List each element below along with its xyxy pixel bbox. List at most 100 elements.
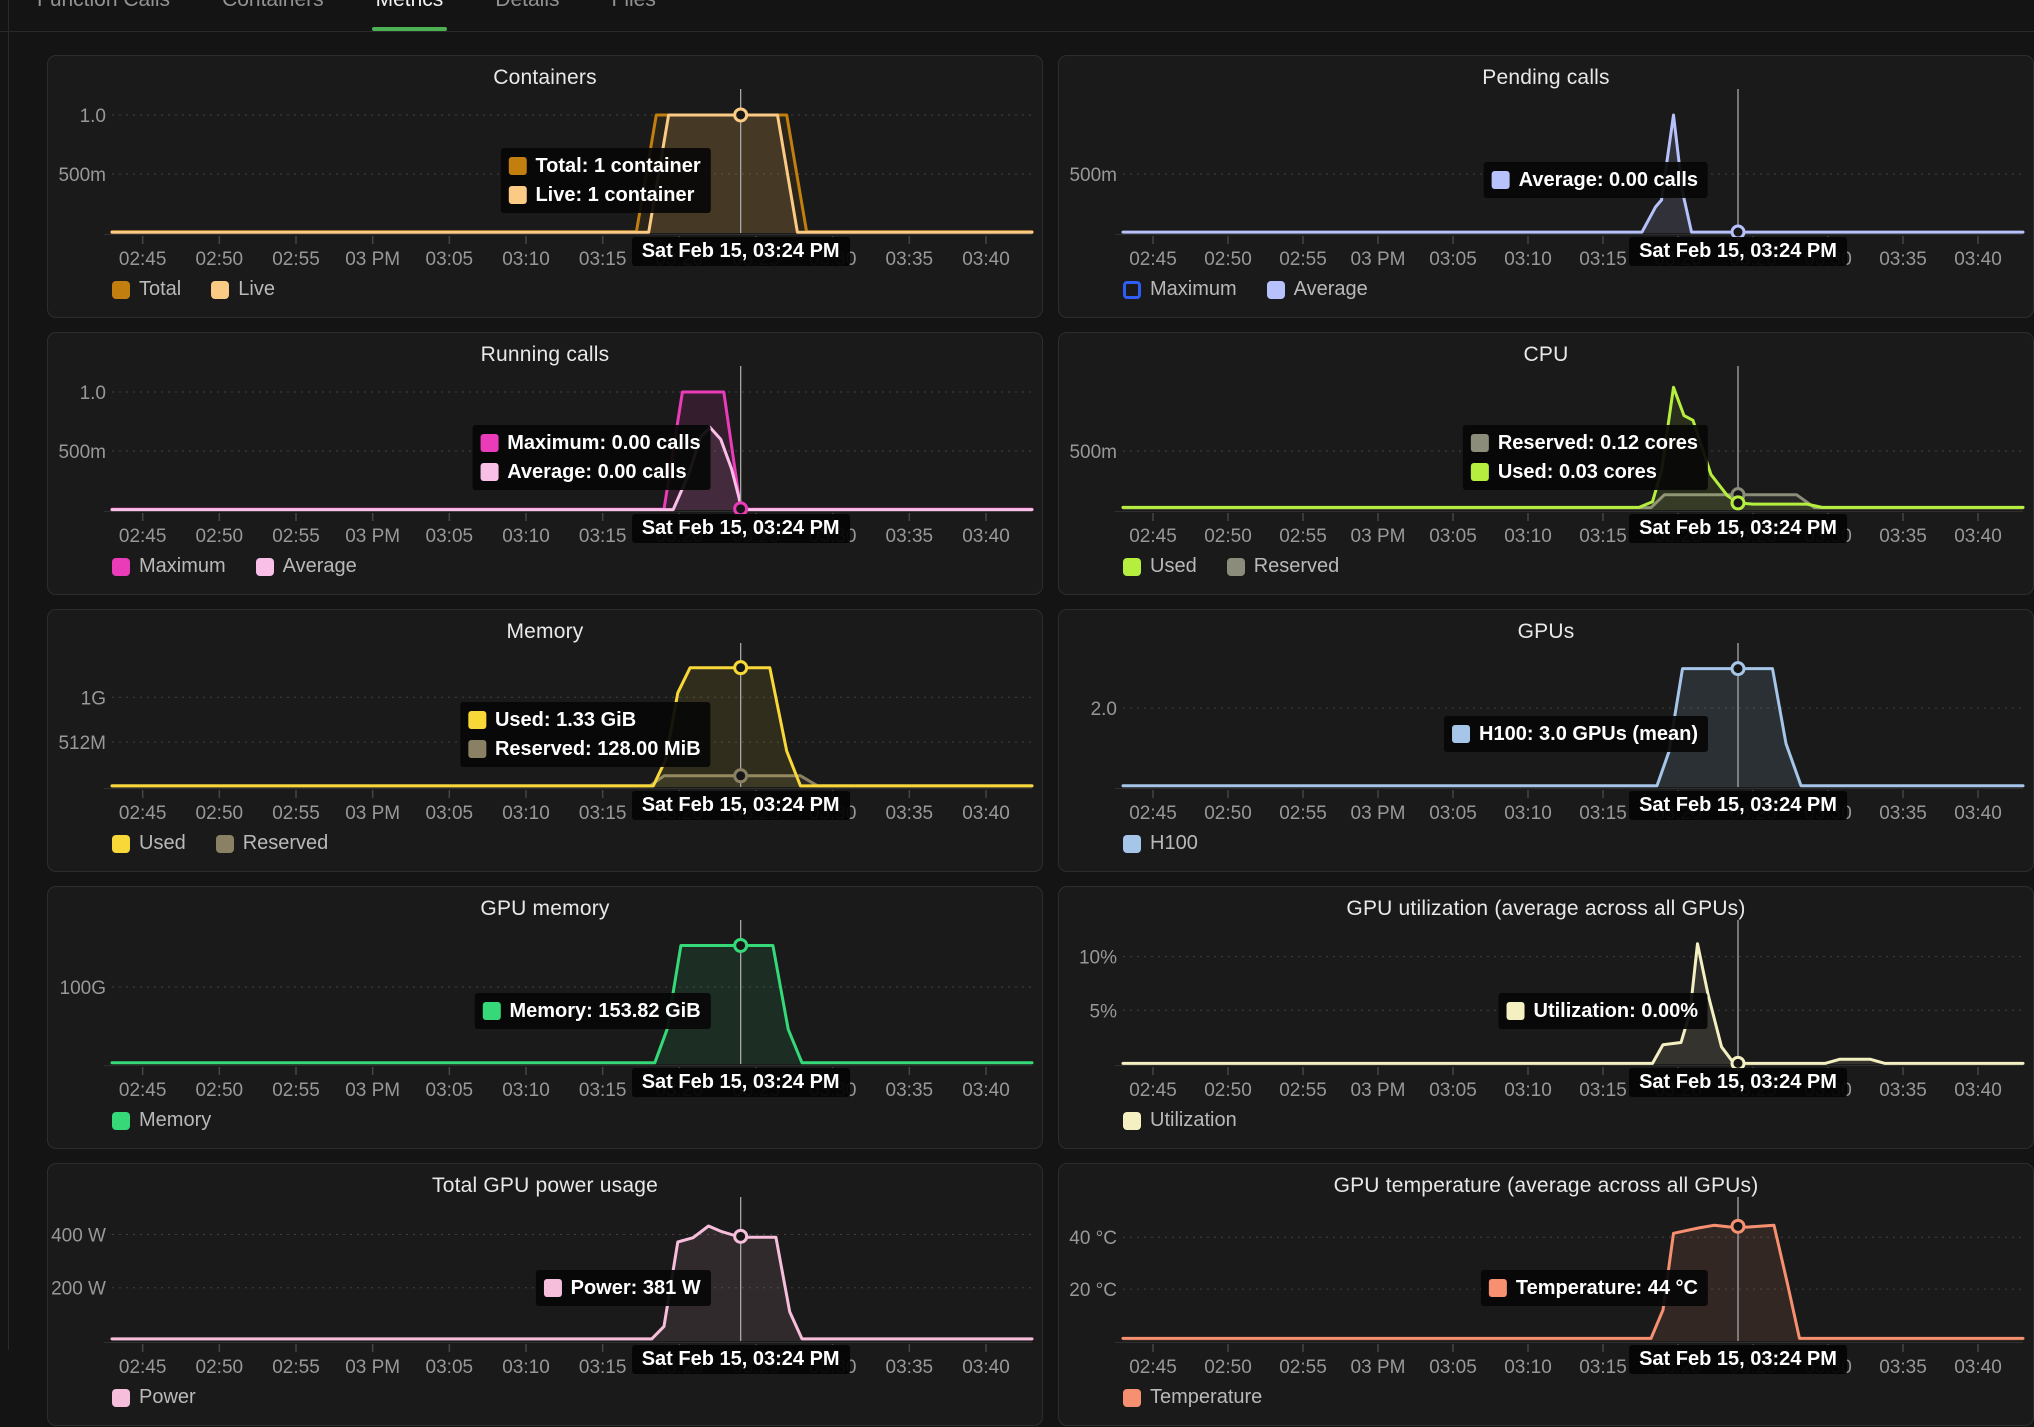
- chart-panel-memory: Memory 1G512M02:4502:5002:5503 PM03:0503…: [47, 609, 1043, 872]
- tooltip-value: Reserved: 0.12 cores: [1498, 432, 1698, 455]
- x-tick-label: 03:35: [886, 803, 934, 824]
- legend-item-used[interactable]: Used: [112, 832, 186, 855]
- tooltip-row: Average: 0.00 calls: [480, 459, 700, 485]
- series-color-chip: [480, 434, 498, 452]
- x-tick-label: 03:40: [962, 249, 1010, 270]
- x-tick-label: 03 PM: [345, 526, 400, 547]
- tab-files[interactable]: Files: [608, 0, 660, 31]
- x-tick-label: 02:50: [196, 1357, 244, 1378]
- legend-label: H100: [1150, 832, 1198, 855]
- y-tick-label: 5%: [1090, 1001, 1118, 1022]
- legend-label: Used: [1150, 555, 1197, 578]
- chart-legend: Temperature: [1123, 1386, 1262, 1409]
- x-tick-label: 02:45: [119, 803, 167, 824]
- legend-item-maximum[interactable]: Maximum: [1123, 278, 1237, 301]
- legend-color-chip-used: [112, 835, 130, 853]
- x-tick-label: 03:15: [579, 526, 627, 547]
- series-color-chip: [482, 1002, 500, 1020]
- x-tick-label: 03 PM: [345, 1357, 400, 1378]
- crosshair-date-tooltip: Sat Feb 15, 03:24 PM: [1629, 1345, 1847, 1374]
- legend-item-temperature[interactable]: Temperature: [1123, 1386, 1262, 1409]
- x-tick-label: 02:45: [1129, 526, 1177, 547]
- legend-item-live[interactable]: Live: [211, 278, 275, 301]
- hover-marker-reserved: [735, 770, 747, 782]
- x-tick-label: 03:35: [886, 1357, 934, 1378]
- legend-item-average[interactable]: Average: [256, 555, 357, 578]
- tooltip-value: Reserved: 128.00 MiB: [495, 738, 701, 761]
- x-tick-label: 02:55: [272, 249, 320, 270]
- tooltip-row: Reserved: 128.00 MiB: [468, 736, 701, 762]
- series-color-chip: [1471, 463, 1489, 481]
- chart-panel-gpu-memory: GPU memory 100G02:4502:5002:5503 PM03:05…: [47, 886, 1043, 1149]
- legend-item-power[interactable]: Power: [112, 1386, 196, 1409]
- x-tick-label: 03:10: [502, 1080, 550, 1101]
- legend-color-chip-average: [256, 558, 274, 576]
- legend-color-chip-power: [112, 1389, 130, 1407]
- tooltip-row: Average: 0.00 calls: [1492, 167, 1698, 193]
- tab-function-calls[interactable]: Function Calls: [33, 0, 174, 31]
- legend-color-chip-total: [112, 281, 130, 299]
- legend-item-utilization[interactable]: Utilization: [1123, 1109, 1237, 1132]
- chart-tooltip: Memory: 153.82 GiB: [474, 993, 710, 1029]
- hover-marker-used: [1732, 497, 1744, 509]
- x-tick-label: 03 PM: [1351, 1080, 1406, 1101]
- legend-item-reserved[interactable]: Reserved: [1227, 555, 1340, 578]
- legend-item-reserved[interactable]: Reserved: [216, 832, 329, 855]
- chart-panel-total-gpu-power-usage: Total GPU power usage 400 W200 W02:4502:…: [47, 1163, 1043, 1426]
- tab-containers[interactable]: Containers: [218, 0, 328, 31]
- x-tick-label: 03:40: [962, 1357, 1010, 1378]
- tooltip-row: Used: 0.03 cores: [1471, 459, 1698, 485]
- hover-marker-used: [735, 662, 747, 674]
- legend-item-average[interactable]: Average: [1267, 278, 1368, 301]
- legend-item-h100[interactable]: H100: [1123, 832, 1198, 855]
- x-tick-label: 03:10: [502, 249, 550, 270]
- x-tick-label: 03:10: [1504, 526, 1552, 547]
- x-tick-label: 03:35: [1879, 1080, 1927, 1101]
- chart-tooltip: Utilization: 0.00%: [1499, 993, 1708, 1029]
- x-tick-label: 03:05: [1429, 803, 1477, 824]
- series-color-chip: [1507, 1002, 1525, 1020]
- chart-legend: Maximum Average: [112, 555, 357, 578]
- x-tick-label: 02:55: [1279, 1080, 1327, 1101]
- hover-marker-memory: [735, 939, 747, 951]
- tab-details[interactable]: Details: [491, 0, 563, 31]
- x-tick-label: 03 PM: [345, 249, 400, 270]
- x-tick-label: 02:45: [119, 1080, 167, 1101]
- x-tick-label: 03:15: [1579, 803, 1627, 824]
- legend-color-chip-memory: [112, 1112, 130, 1130]
- x-tick-label: 03:15: [1579, 526, 1627, 547]
- legend-item-memory[interactable]: Memory: [112, 1109, 211, 1132]
- legend-item-total[interactable]: Total: [112, 278, 181, 301]
- x-tick-label: 03:40: [962, 1080, 1010, 1101]
- x-tick-label: 03:10: [502, 1357, 550, 1378]
- x-tick-label: 03:35: [886, 249, 934, 270]
- x-tick-label: 02:55: [1279, 526, 1327, 547]
- y-tick-label: 2.0: [1091, 699, 1117, 720]
- y-tick-label: 20 °C: [1069, 1280, 1117, 1301]
- chart-legend: Used Reserved: [1123, 555, 1339, 578]
- hover-marker-h100: [1732, 663, 1744, 675]
- y-tick-label: 500m: [1069, 165, 1117, 186]
- legend-label: Average: [1294, 278, 1368, 301]
- tooltip-row: Memory: 153.82 GiB: [482, 998, 700, 1024]
- x-tick-label: 03:40: [1954, 249, 2002, 270]
- tab-metrics[interactable]: Metrics: [372, 0, 448, 31]
- series-color-chip: [1452, 725, 1470, 743]
- x-tick-label: 03:05: [1429, 249, 1477, 270]
- legend-color-chip-reserved: [216, 835, 234, 853]
- legend-item-used[interactable]: Used: [1123, 555, 1197, 578]
- legend-color-chip-maximum: [1123, 281, 1141, 299]
- tooltip-value: Memory: 153.82 GiB: [509, 1000, 700, 1023]
- legend-color-chip-average: [1267, 281, 1285, 299]
- x-tick-label: 03:15: [579, 1357, 627, 1378]
- y-tick-label: 500m: [58, 165, 106, 186]
- legend-label: Memory: [139, 1109, 211, 1132]
- tab-bar: Function Calls Containers Metrics Details Fi…: [0, 0, 2034, 32]
- legend-color-chip-temperature: [1123, 1389, 1141, 1407]
- chart-tooltip: Average: 0.00 calls: [1484, 162, 1708, 198]
- tooltip-row: Used: 1.33 GiB: [468, 707, 701, 733]
- x-tick-label: 02:55: [272, 803, 320, 824]
- metrics-chart-grid: Containers 1.0500m02:4502:5002:5503 PM03…: [0, 32, 2034, 1426]
- chart-tooltip: Maximum: 0.00 callsAverage: 0.00 calls: [472, 425, 710, 490]
- legend-item-maximum[interactable]: Maximum: [112, 555, 226, 578]
